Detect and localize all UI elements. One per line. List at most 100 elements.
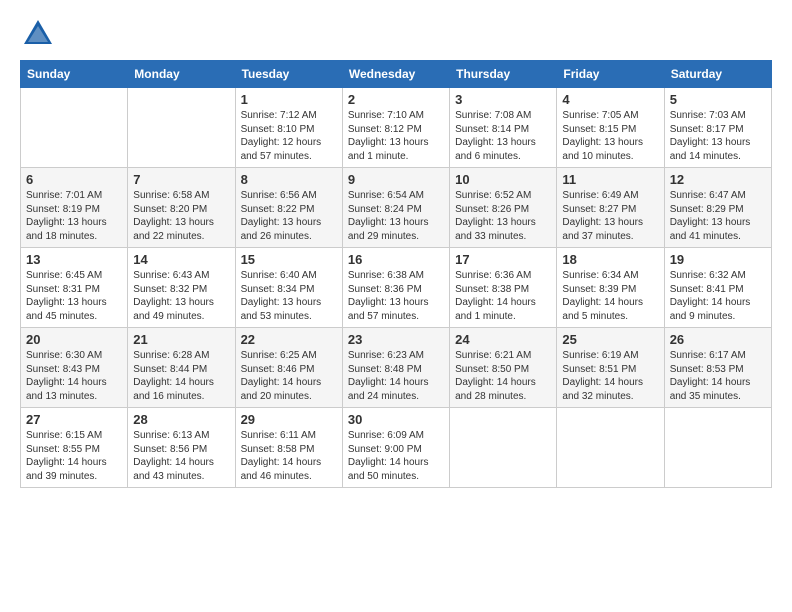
- date-number: 20: [26, 332, 122, 347]
- calendar-cell: 16 Sunrise: 6:38 AMSunset: 8:36 PMDayligh…: [342, 248, 449, 328]
- calendar-cell: [557, 408, 664, 488]
- date-number: 9: [348, 172, 444, 187]
- date-number: 10: [455, 172, 551, 187]
- calendar-table: SundayMondayTuesdayWednesdayThursdayFrid…: [20, 60, 772, 488]
- date-number: 12: [670, 172, 766, 187]
- cell-info: Sunrise: 6:49 AMSunset: 8:27 PMDaylight:…: [562, 189, 658, 243]
- cell-info: Sunrise: 6:43 AMSunset: 8:32 PMDaylight:…: [133, 269, 229, 323]
- cell-info: Sunrise: 6:38 AMSunset: 8:36 PMDaylight:…: [348, 269, 444, 323]
- cell-info: Sunrise: 6:23 AMSunset: 8:48 PMDaylight:…: [348, 349, 444, 403]
- column-header-tuesday: Tuesday: [235, 61, 342, 88]
- calendar-cell: 25 Sunrise: 6:19 AMSunset: 8:51 PMDayligh…: [557, 328, 664, 408]
- date-number: 26: [670, 332, 766, 347]
- calendar-cell: 21 Sunrise: 6:28 AMSunset: 8:44 PMDayligh…: [128, 328, 235, 408]
- column-header-saturday: Saturday: [664, 61, 771, 88]
- column-header-monday: Monday: [128, 61, 235, 88]
- date-number: 4: [562, 92, 658, 107]
- cell-info: Sunrise: 6:30 AMSunset: 8:43 PMDaylight:…: [26, 349, 122, 403]
- calendar-cell: 26 Sunrise: 6:17 AMSunset: 8:53 PMDayligh…: [664, 328, 771, 408]
- calendar-cell: 27 Sunrise: 6:15 AMSunset: 8:55 PMDayligh…: [21, 408, 128, 488]
- calendar-cell: 7 Sunrise: 6:58 AMSunset: 8:20 PMDaylight…: [128, 168, 235, 248]
- calendar-cell: 15 Sunrise: 6:40 AMSunset: 8:34 PMDayligh…: [235, 248, 342, 328]
- date-number: 15: [241, 252, 337, 267]
- calendar-cell: 20 Sunrise: 6:30 AMSunset: 8:43 PMDayligh…: [21, 328, 128, 408]
- calendar-cell: 17Sunrise: 6:36 AMSunset: 8:38 PMDayligh…: [450, 248, 557, 328]
- logo: [20, 16, 60, 52]
- date-number: 13: [26, 252, 122, 267]
- date-number: 27: [26, 412, 122, 427]
- column-header-wednesday: Wednesday: [342, 61, 449, 88]
- cell-info: Sunrise: 7:01 AMSunset: 8:19 PMDaylight:…: [26, 189, 122, 243]
- date-number: 2: [348, 92, 444, 107]
- cell-info: Sunrise: 6:09 AMSunset: 9:00 PMDaylight:…: [348, 429, 444, 483]
- calendar-cell: 12 Sunrise: 6:47 AMSunset: 8:29 PMDayligh…: [664, 168, 771, 248]
- calendar-cell: 6Sunrise: 7:01 AMSunset: 8:19 PMDaylight…: [21, 168, 128, 248]
- date-number: 22: [241, 332, 337, 347]
- calendar-cell: [450, 408, 557, 488]
- column-header-thursday: Thursday: [450, 61, 557, 88]
- cell-info: Sunrise: 6:34 AMSunset: 8:39 PMDaylight:…: [562, 269, 658, 323]
- calendar-cell: 24 Sunrise: 6:21 AMSunset: 8:50 PMDayligh…: [450, 328, 557, 408]
- logo-icon: [20, 16, 56, 52]
- cell-info: Sunrise: 6:56 AMSunset: 8:22 PMDaylight:…: [241, 189, 337, 243]
- calendar-cell: 22 Sunrise: 6:25 AMSunset: 8:46 PMDayligh…: [235, 328, 342, 408]
- date-number: 3: [455, 92, 551, 107]
- calendar-cell: 8 Sunrise: 6:56 AMSunset: 8:22 PMDaylight…: [235, 168, 342, 248]
- calendar-cell: 13 Sunrise: 6:45 AMSunset: 8:31 PMDayligh…: [21, 248, 128, 328]
- cell-info: Sunrise: 6:11 AMSunset: 8:58 PMDaylight:…: [241, 429, 337, 483]
- cell-info: Sunrise: 6:21 AMSunset: 8:50 PMDaylight:…: [455, 349, 551, 403]
- calendar-cell: 14 Sunrise: 6:43 AMSunset: 8:32 PMDayligh…: [128, 248, 235, 328]
- cell-info: Sunrise: 6:19 AMSunset: 8:51 PMDaylight:…: [562, 349, 658, 403]
- calendar-cell: 29 Sunrise: 6:11 AMSunset: 8:58 PMDayligh…: [235, 408, 342, 488]
- column-header-friday: Friday: [557, 61, 664, 88]
- cell-info: Sunrise: 6:15 AMSunset: 8:55 PMDaylight:…: [26, 429, 122, 483]
- date-number: 25: [562, 332, 658, 347]
- calendar-cell: 10 Sunrise: 6:52 AMSunset: 8:26 PMDayligh…: [450, 168, 557, 248]
- calendar-cell: 4 Sunrise: 7:05 AMSunset: 8:15 PMDaylight…: [557, 88, 664, 168]
- date-number: 18: [562, 252, 658, 267]
- date-number: 14: [133, 252, 229, 267]
- cell-info: Sunrise: 6:47 AMSunset: 8:29 PMDaylight:…: [670, 189, 766, 243]
- cell-info: Sunrise: 7:10 AMSunset: 8:12 PMDaylight:…: [348, 109, 444, 163]
- date-number: 29: [241, 412, 337, 427]
- date-number: 30: [348, 412, 444, 427]
- date-number: 21: [133, 332, 229, 347]
- cell-info: Sunrise: 7:03 AMSunset: 8:17 PMDaylight:…: [670, 109, 766, 163]
- cell-info: Sunrise: 7:08 AMSunset: 8:14 PMDaylight:…: [455, 109, 551, 163]
- cell-info: Sunrise: 7:05 AMSunset: 8:15 PMDaylight:…: [562, 109, 658, 163]
- date-number: 16: [348, 252, 444, 267]
- calendar-cell: [128, 88, 235, 168]
- column-header-sunday: Sunday: [21, 61, 128, 88]
- calendar-cell: 2 Sunrise: 7:10 AMSunset: 8:12 PMDaylight…: [342, 88, 449, 168]
- calendar-cell: 11 Sunrise: 6:49 AMSunset: 8:27 PMDayligh…: [557, 168, 664, 248]
- calendar-cell: 23 Sunrise: 6:23 AMSunset: 8:48 PMDayligh…: [342, 328, 449, 408]
- date-number: 28: [133, 412, 229, 427]
- calendar-cell: 3 Sunrise: 7:08 AMSunset: 8:14 PMDaylight…: [450, 88, 557, 168]
- cell-info: Sunrise: 6:32 AMSunset: 8:41 PMDaylight:…: [670, 269, 766, 323]
- cell-info: Sunrise: 6:54 AMSunset: 8:24 PMDaylight:…: [348, 189, 444, 243]
- cell-info: Sunrise: 6:17 AMSunset: 8:53 PMDaylight:…: [670, 349, 766, 403]
- calendar-cell: [21, 88, 128, 168]
- calendar-cell: 18 Sunrise: 6:34 AMSunset: 8:39 PMDayligh…: [557, 248, 664, 328]
- calendar-cell: 30 Sunrise: 6:09 AMSunset: 9:00 PMDayligh…: [342, 408, 449, 488]
- calendar-cell: 19Sunrise: 6:32 AMSunset: 8:41 PMDayligh…: [664, 248, 771, 328]
- cell-info: Sunrise: 6:52 AMSunset: 8:26 PMDaylight:…: [455, 189, 551, 243]
- date-number: 7: [133, 172, 229, 187]
- calendar-cell: 1 Sunrise: 7:12 AMSunset: 8:10 PMDaylight…: [235, 88, 342, 168]
- calendar-cell: 5Sunrise: 7:03 AMSunset: 8:17 PMDaylight…: [664, 88, 771, 168]
- calendar-cell: 9 Sunrise: 6:54 AMSunset: 8:24 PMDaylight…: [342, 168, 449, 248]
- cell-info: Sunrise: 6:28 AMSunset: 8:44 PMDaylight:…: [133, 349, 229, 403]
- date-number: 23: [348, 332, 444, 347]
- date-number: 1: [241, 92, 337, 107]
- page-header: [20, 16, 772, 52]
- cell-info: Sunrise: 6:58 AMSunset: 8:20 PMDaylight:…: [133, 189, 229, 243]
- cell-info: Sunrise: 6:25 AMSunset: 8:46 PMDaylight:…: [241, 349, 337, 403]
- calendar-cell: [664, 408, 771, 488]
- cell-info: Sunrise: 6:45 AMSunset: 8:31 PMDaylight:…: [26, 269, 122, 323]
- date-number: 8: [241, 172, 337, 187]
- date-number: 17: [455, 252, 551, 267]
- date-number: 11: [562, 172, 658, 187]
- cell-info: Sunrise: 6:40 AMSunset: 8:34 PMDaylight:…: [241, 269, 337, 323]
- cell-info: Sunrise: 7:12 AMSunset: 8:10 PMDaylight:…: [241, 109, 337, 163]
- date-number: 24: [455, 332, 551, 347]
